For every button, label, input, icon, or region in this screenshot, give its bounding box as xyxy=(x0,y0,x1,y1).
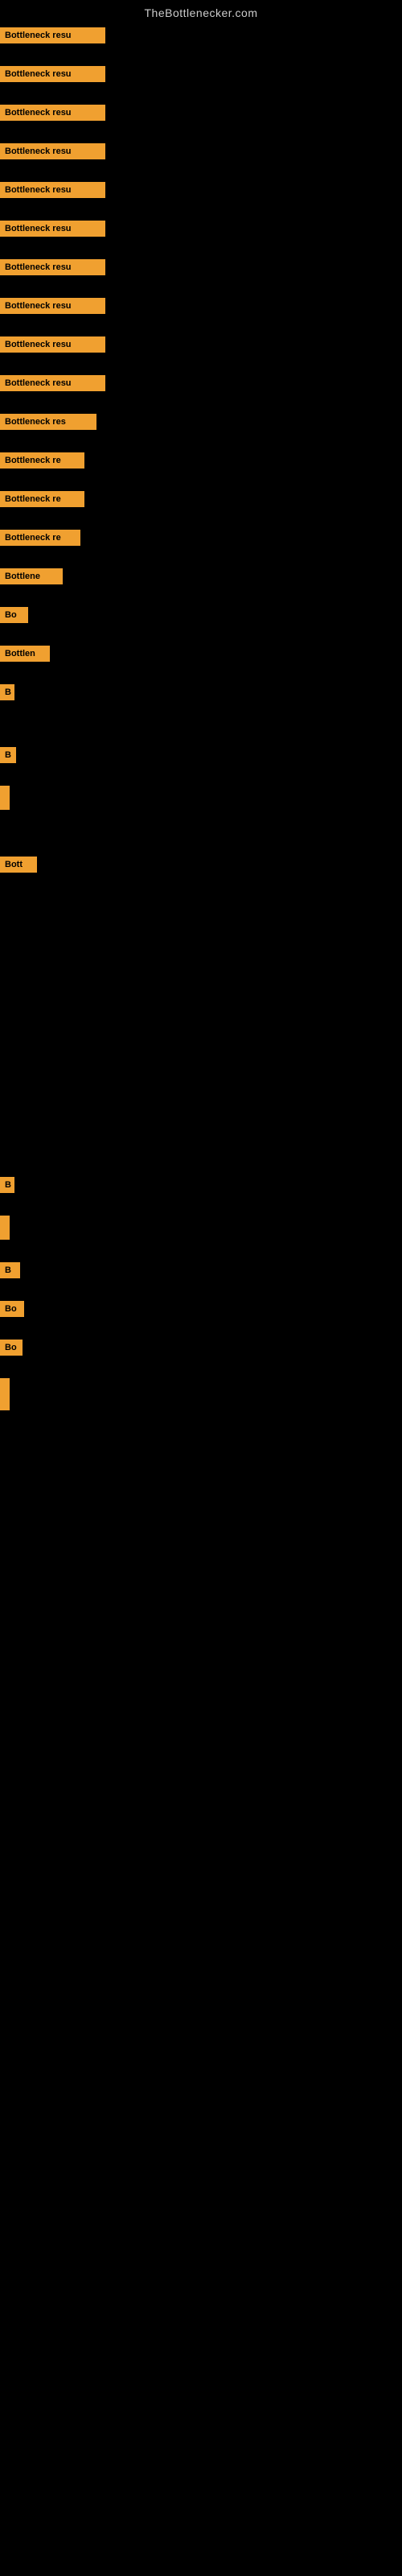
list-item[interactable]: Bo xyxy=(0,1340,402,1356)
list-item[interactable]: Bottleneck resu xyxy=(0,27,402,43)
bottleneck-badge: Bottleneck resu xyxy=(0,143,105,159)
list-item[interactable]: Bottleneck resu xyxy=(0,105,402,121)
bottleneck-badge: Bottlen xyxy=(0,646,50,662)
bottleneck-badge: Bottleneck resu xyxy=(0,105,105,121)
list-item[interactable]: Bottleneck resu xyxy=(0,298,402,314)
bottleneck-badge: Bottleneck re xyxy=(0,452,84,469)
list-item[interactable]: Bottleneck resu xyxy=(0,182,402,198)
list-item[interactable]: B xyxy=(0,684,402,700)
list-item[interactable]: Bo xyxy=(0,1301,402,1317)
list-item[interactable]: Bottleneck resu xyxy=(0,336,402,353)
bottleneck-badge: Bottleneck resu xyxy=(0,182,105,198)
list-item[interactable]: Bottleneck resu xyxy=(0,143,402,159)
list-item[interactable]: Bott xyxy=(0,857,402,873)
list-item[interactable]: Bo xyxy=(0,607,402,623)
bottleneck-badge: Bottleneck resu xyxy=(0,221,105,237)
list-item[interactable]: Bottleneck re xyxy=(0,530,402,546)
bottleneck-badge xyxy=(0,1216,10,1240)
bottleneck-badge: Bottleneck resu xyxy=(0,27,105,43)
bottleneck-badge: Bottlene xyxy=(0,568,63,584)
list-item[interactable]: Bottleneck resu xyxy=(0,375,402,391)
bottleneck-badge: B xyxy=(0,1262,20,1278)
list-item[interactable]: Bottleneck res xyxy=(0,414,402,430)
bottleneck-badge: Bo xyxy=(0,1301,24,1317)
bottleneck-badge: Bottleneck resu xyxy=(0,66,105,82)
bottleneck-badge xyxy=(0,1378,10,1410)
list-item[interactable]: Bottleneck re xyxy=(0,452,402,469)
spacer xyxy=(0,895,402,1056)
bottleneck-badge: Bottleneck resu xyxy=(0,336,105,353)
list-item[interactable]: Bottlene xyxy=(0,568,402,584)
spacer xyxy=(0,723,402,747)
list-item[interactable]: Bottleneck resu xyxy=(0,66,402,82)
spacer xyxy=(0,832,402,857)
bottleneck-badge: Bottleneck res xyxy=(0,414,96,430)
site-title: TheBottlenecker.com xyxy=(0,0,402,26)
bottleneck-badge: Bottleneck re xyxy=(0,491,84,507)
spacer xyxy=(0,1056,402,1177)
list-item[interactable]: Bottlen xyxy=(0,646,402,662)
bottleneck-badge: B xyxy=(0,747,16,763)
list-item[interactable] xyxy=(0,1216,402,1240)
list-item[interactable]: B xyxy=(0,1177,402,1193)
list-item[interactable] xyxy=(0,786,402,810)
bottleneck-badge: Bottleneck re xyxy=(0,530,80,546)
list-item[interactable]: Bottleneck resu xyxy=(0,259,402,275)
bottleneck-badge: Bo xyxy=(0,607,28,623)
bottleneck-badge: Bo xyxy=(0,1340,23,1356)
list-item[interactable]: Bottleneck resu xyxy=(0,221,402,237)
bottleneck-badge: Bott xyxy=(0,857,37,873)
bottleneck-badge: Bottleneck resu xyxy=(0,259,105,275)
list-item[interactable]: B xyxy=(0,1262,402,1278)
bottleneck-badge: Bottleneck resu xyxy=(0,375,105,391)
bottleneck-badge: Bottleneck resu xyxy=(0,298,105,314)
page-container: TheBottlenecker.com Bottleneck resu Bott… xyxy=(0,0,402,1410)
bottleneck-badge: B xyxy=(0,1177,14,1193)
bottleneck-badge xyxy=(0,786,10,810)
list-item[interactable] xyxy=(0,1378,402,1410)
list-item[interactable]: Bottleneck re xyxy=(0,491,402,507)
bottleneck-badge: B xyxy=(0,684,14,700)
list-item[interactable]: B xyxy=(0,747,402,763)
